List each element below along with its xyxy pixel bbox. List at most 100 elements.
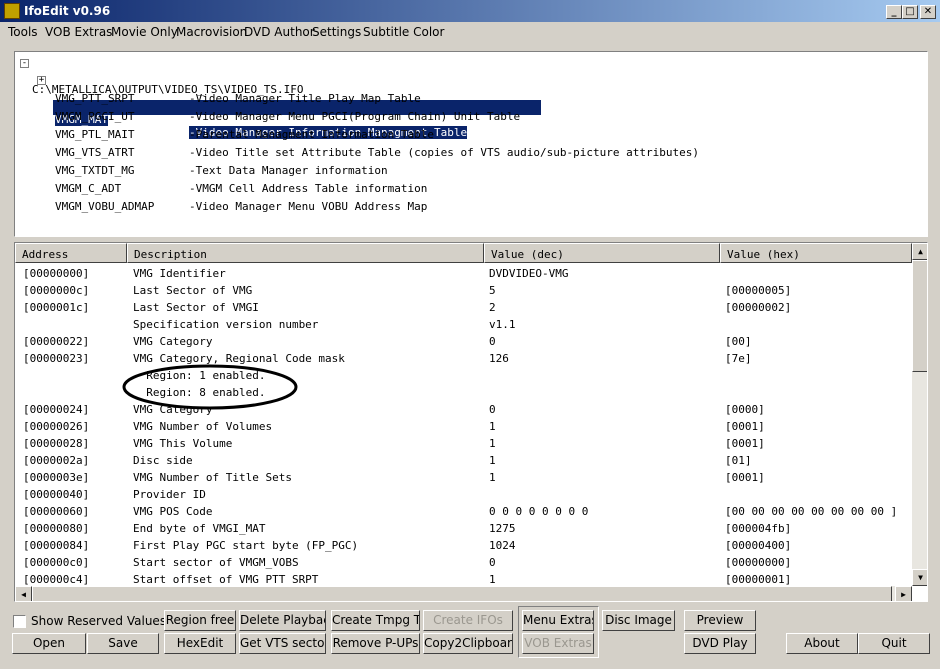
tree-item-name: VMGM_C_ADT: [55, 182, 122, 195]
cell-address: [0000002a]: [23, 454, 90, 467]
cell-description: Start offset of VMG PTT SRPT: [133, 573, 319, 586]
cell-value-hex: [000004fb]: [725, 522, 792, 535]
cell-description: Last Sector of VMGI: [133, 301, 259, 314]
scroll-thumb[interactable]: [912, 260, 927, 372]
tree-item-name: VMGM_PGCI_UT: [55, 110, 135, 123]
expand-icon[interactable]: +: [37, 76, 46, 85]
tree-item-desc: -Video Title set Attribute Table (copies…: [189, 146, 699, 159]
tree-item-desc: -Video Manager Menu PGCI(Program Chain) …: [189, 110, 521, 123]
quit-button[interactable]: Quit: [858, 633, 930, 654]
get-vts-sectors-button[interactable]: Get VTS sectors: [239, 633, 326, 654]
menu-subtitle-color[interactable]: Subtitle Color: [363, 25, 444, 39]
menu-settings[interactable]: Settings: [312, 25, 361, 39]
cell-address: [00000028]: [23, 437, 90, 450]
column-header-description[interactable]: Description: [127, 243, 484, 263]
show-reserved-checkbox[interactable]: [13, 615, 26, 628]
cell-value-dec: 1: [489, 573, 496, 586]
app-icon: [4, 3, 20, 19]
about-button[interactable]: About: [786, 633, 858, 654]
cell-description: Last Sector of VMG: [133, 284, 253, 297]
vertical-scrollbar[interactable]: ▲ ▼: [912, 243, 927, 586]
tree-item-name: VMGM_VOBU_ADMAP: [55, 200, 155, 213]
cell-value-dec: 0: [489, 556, 496, 569]
copy2clipboard-button[interactable]: Copy2Clipboard: [423, 633, 513, 654]
minimize-button[interactable]: _: [886, 5, 902, 19]
cell-description: Start sector of VMGM_VOBS: [133, 556, 299, 569]
ifo-data-grid[interactable]: Address Description Value (dec) Value (h…: [14, 242, 928, 602]
cell-address: [0000003e]: [23, 471, 90, 484]
cell-value-hex: [00000002]: [725, 301, 792, 314]
hexedit-button[interactable]: HexEdit: [164, 633, 236, 654]
collapse-icon[interactable]: -: [20, 59, 29, 68]
region-free-button[interactable]: Region free: [164, 610, 236, 631]
cell-value-hex: [0000]: [725, 403, 765, 416]
cell-value-dec: 5: [489, 284, 496, 297]
scroll-left-icon[interactable]: ◀: [15, 586, 32, 601]
column-header-address[interactable]: Address: [15, 243, 127, 263]
menu-tools[interactable]: Tools: [8, 25, 38, 39]
menu-movie-only[interactable]: Movie Only: [111, 25, 178, 39]
cell-description: End byte of VMGI_MAT: [133, 522, 266, 535]
close-button[interactable]: ✕: [920, 5, 936, 19]
delete-playback-button[interactable]: Delete Playback: [239, 610, 326, 631]
disc-image-button[interactable]: Disc Image: [602, 610, 675, 631]
tree-root[interactable]: - C:\METALLICA\OUTPUT\VIDEO_TS\VIDEO_TS.…: [20, 57, 304, 96]
cell-description: First Play PGC start byte (FP_PGC): [133, 539, 359, 552]
cell-value-hex: [0001]: [725, 437, 765, 450]
menu-dvd-author[interactable]: DVD Author: [244, 25, 315, 39]
column-header-value-hex[interactable]: Value (hex): [720, 243, 912, 263]
open-button[interactable]: Open: [12, 633, 86, 654]
vob-extras-button[interactable]: VOB Extras: [522, 633, 594, 654]
cell-address: [00000000]: [23, 267, 90, 280]
cell-value-dec: 1: [489, 420, 496, 433]
menu-extras-button[interactable]: Menu Extras: [522, 610, 594, 631]
cell-value-dec: 1: [489, 471, 496, 484]
cell-value-dec: 2: [489, 301, 496, 314]
cell-value-hex: [0001]: [725, 471, 765, 484]
hscroll-thumb[interactable]: [32, 586, 892, 601]
cell-value-dec: 1: [489, 454, 496, 467]
cell-value-hex: [00000400]: [725, 539, 792, 552]
ifo-tree[interactable]: - C:\METALLICA\OUTPUT\VIDEO_TS\VIDEO_TS.…: [14, 51, 928, 237]
menu-macrovision[interactable]: Macrovision: [176, 25, 247, 39]
menu-bar: Tools VOB Extras Movie Only Macrovision …: [0, 23, 940, 43]
column-header-value-dec[interactable]: Value (dec): [484, 243, 720, 263]
cell-value-dec: 126: [489, 352, 509, 365]
cell-value-hex: [00000005]: [725, 284, 792, 297]
cell-address: [00000023]: [23, 352, 90, 365]
cell-description: VMG Identifier: [133, 267, 226, 280]
cell-description: Provider ID: [133, 488, 206, 501]
maximize-button[interactable]: □: [902, 5, 918, 19]
remove-pups-button[interactable]: Remove P-UPs: [331, 633, 420, 654]
scroll-down-icon[interactable]: ▼: [912, 569, 927, 586]
cell-value-dec: 0: [489, 335, 496, 348]
cell-address: [0000001c]: [23, 301, 90, 314]
create-tmpg-button[interactable]: Create Tmpg T.: [331, 610, 420, 631]
tree-item[interactable]: + VMGM_MAT -Video Manager Information Ma…: [37, 74, 541, 139]
menu-vob-extras[interactable]: VOB Extras: [45, 25, 112, 39]
cell-value-dec: 0 0 0 0 0 0 0 0: [489, 505, 589, 518]
cell-description: VMG Category: [133, 335, 213, 348]
cell-value-hex: [0001]: [725, 420, 765, 433]
create-ifos-button[interactable]: Create IFOs: [423, 610, 513, 631]
horizontal-scrollbar[interactable]: ◀ ▶: [15, 586, 912, 601]
tree-item-desc: -Video Manager Menu VOBU Address Map: [189, 200, 428, 213]
cell-address: [000000c4]: [23, 573, 90, 586]
cell-address: [00000080]: [23, 522, 90, 535]
tree-item-desc: -VMGM Cell Address Table information: [189, 182, 428, 195]
tree-item-desc: -Parental Managment Information Table: [189, 128, 435, 141]
region-annotation-ellipse: [122, 364, 298, 410]
save-button[interactable]: Save: [87, 633, 159, 654]
dvd-play-button[interactable]: DVD Play: [684, 633, 756, 654]
cell-description: VMG POS Code: [133, 505, 213, 518]
scroll-right-icon[interactable]: ▶: [895, 586, 912, 601]
cell-value-hex: [01]: [725, 454, 752, 467]
preview-button[interactable]: Preview: [684, 610, 756, 631]
cell-value-dec: DVDVIDEO-VMG: [489, 267, 569, 280]
cell-value-hex: [00000000]: [725, 556, 792, 569]
cell-address: [00000040]: [23, 488, 90, 501]
scroll-up-icon[interactable]: ▲: [912, 243, 927, 260]
cell-value-hex: [00]: [725, 335, 752, 348]
cell-description: Specification version number: [133, 318, 319, 331]
tree-item-name: VMG_TXTDT_MG: [55, 164, 135, 177]
